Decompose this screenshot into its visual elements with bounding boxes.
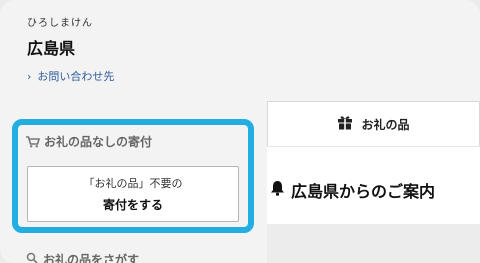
prefecture-name: 広島県 (27, 39, 76, 58)
no-gift-title-label: お礼の品なしの寄付 (44, 135, 153, 149)
cart-icon (26, 135, 40, 148)
chevron-right-icon: › (27, 69, 32, 83)
contact-link[interactable]: › お問い合わせ先 (27, 68, 114, 84)
tab-gifts[interactable]: お礼の品 (267, 101, 480, 146)
search-list-icon (26, 252, 39, 263)
page-frame: ひろしまけん 広島県 › お問い合わせ先 お礼の品なしの寄付 「お礼の品」不要の… (0, 0, 480, 263)
guide-content-area (267, 224, 480, 263)
guide-heading: 広島県からのご案内 (270, 178, 435, 202)
donate-without-gift-button[interactable]: 「お礼の品」不要の 寄付をする (27, 166, 239, 222)
tab-gifts-label: お礼の品 (361, 117, 410, 132)
tab-divider (267, 146, 480, 147)
prefecture-kana: ひろしまけん (27, 18, 93, 29)
search-gift-title-label: お礼の品をさがす (43, 253, 140, 263)
guide-heading-label: 広島県からのご案内 (291, 182, 436, 201)
search-gift-section-title: お礼の品をさがす (26, 251, 139, 263)
donate-button-main-label: 寄付をする (102, 198, 163, 212)
contact-link-label: お問い合わせ先 (37, 70, 115, 83)
no-gift-section-title: お礼の品なしの寄付 (26, 133, 152, 150)
donate-button-sub-label: 「お礼の品」不要の (83, 177, 183, 190)
gift-icon (337, 115, 353, 133)
bell-icon (270, 180, 285, 200)
